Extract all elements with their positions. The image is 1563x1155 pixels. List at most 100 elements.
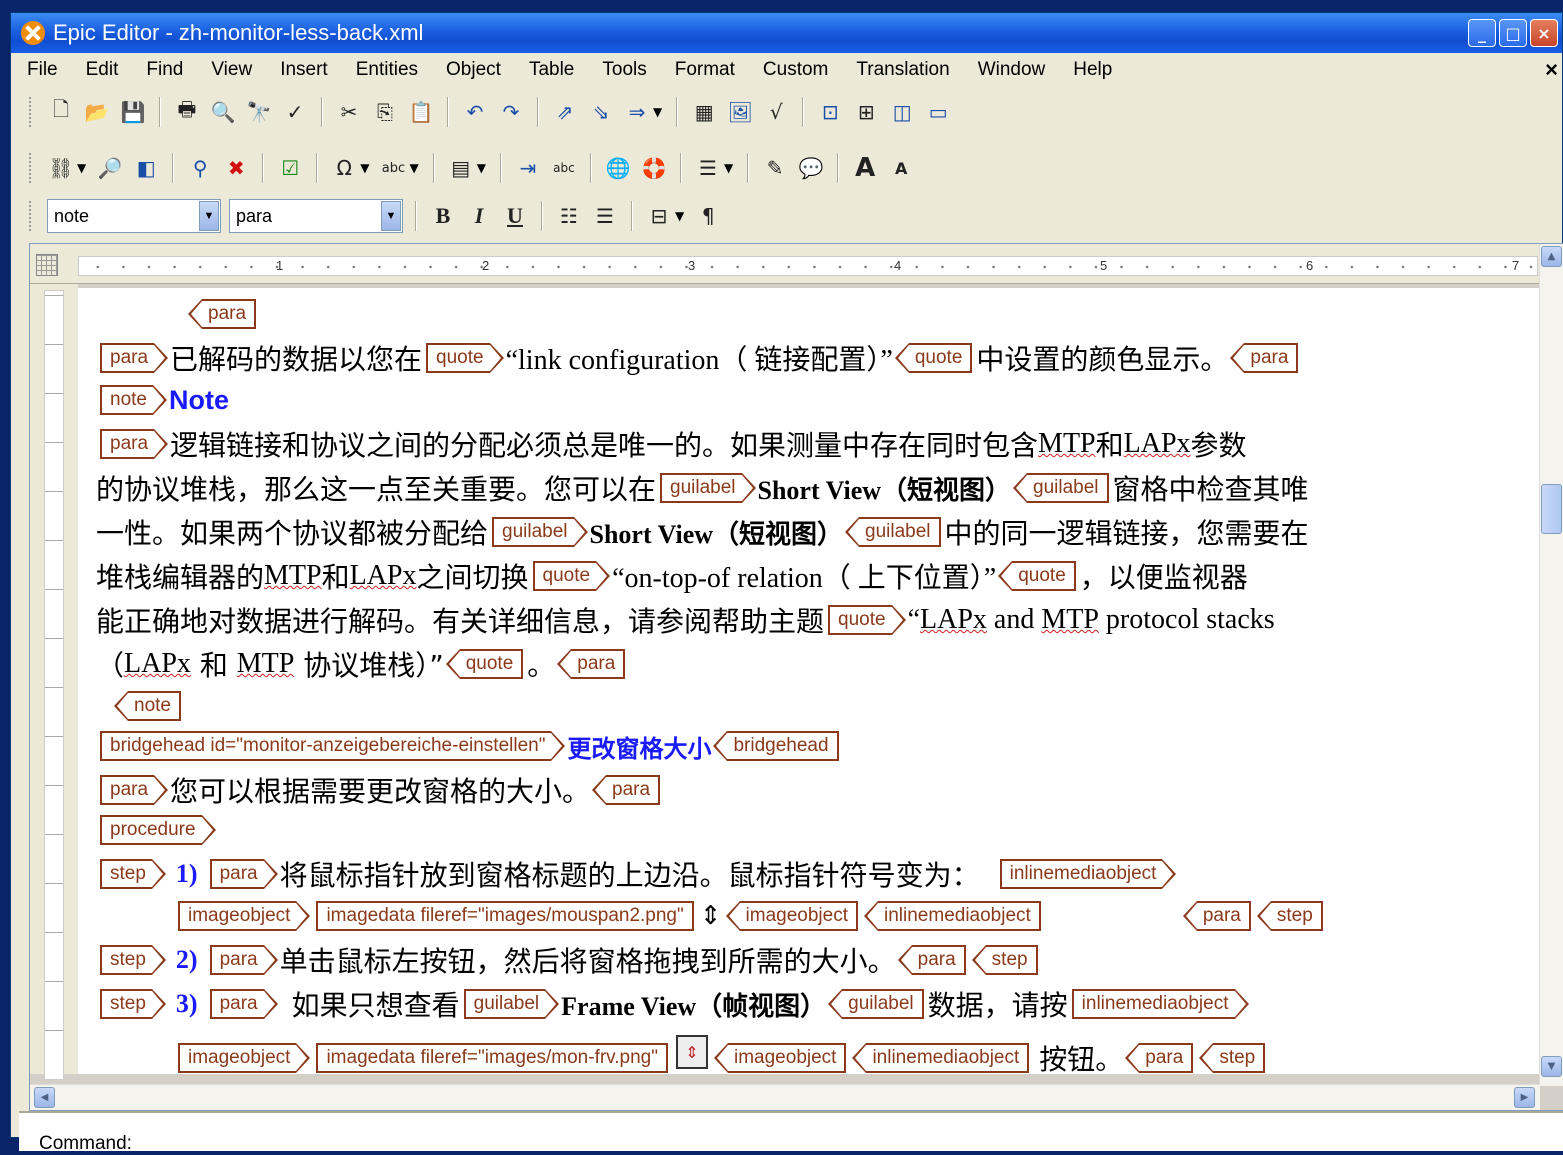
window-icon[interactable]: ▭ (924, 98, 952, 126)
italic-button[interactable]: I (465, 202, 493, 230)
toolbar-grip[interactable] (29, 201, 33, 231)
document-close-icon[interactable]: × (1545, 57, 1558, 83)
undo-icon[interactable]: ↶ (461, 98, 489, 126)
graphic-icon[interactable]: 🖼 (726, 98, 754, 126)
guilabel-start-tag[interactable]: guilabel (492, 517, 587, 547)
note-start-tag[interactable]: note (100, 385, 167, 415)
vertical-scrollbar[interactable]: ▲ ▼ (1539, 244, 1563, 1086)
chevron-down-icon[interactable]: ▼ (724, 161, 733, 175)
imageobject-start-tag[interactable]: imageobject (178, 901, 311, 931)
bulleted-list-icon[interactable]: ☰ (591, 202, 619, 230)
delete-markup-icon[interactable]: ✖ (222, 154, 250, 182)
pilcrow-button[interactable]: ¶ (694, 202, 722, 230)
style-combo[interactable]: para ▼ (229, 199, 403, 233)
chevron-down-icon[interactable]: ▼ (409, 161, 418, 175)
highlight-icon[interactable]: ✎ (761, 154, 789, 182)
spellcheck-icon[interactable]: ✓ (281, 98, 309, 126)
note-end-tag[interactable]: note (114, 691, 181, 721)
para-end-tag[interactable]: para (557, 649, 626, 679)
view-icon[interactable]: ⊡ (816, 98, 844, 126)
imageobject-end-tag[interactable]: imageobject (713, 1043, 847, 1073)
scroll-down-icon[interactable]: ▼ (1541, 1056, 1562, 1077)
menu-tools[interactable]: Tools (588, 59, 660, 81)
guilabel-end-tag[interactable]: guilabel (845, 517, 941, 547)
para-end-tag[interactable]: para (1230, 343, 1299, 373)
paste-icon[interactable]: 📋 (407, 98, 435, 126)
para-start-tag[interactable]: para (209, 945, 278, 975)
step-end-tag[interactable]: step (1256, 901, 1323, 931)
toolbar-grip[interactable] (29, 97, 33, 127)
para-end-tag[interactable]: para (187, 299, 257, 329)
inlinemediaobject-start-tag[interactable]: inlinemediaobject (999, 859, 1177, 889)
maximize-button[interactable]: □ (1499, 19, 1527, 47)
guilabel-start-tag[interactable]: guilabel (660, 473, 755, 503)
menu-table[interactable]: Table (515, 59, 588, 81)
table-icon[interactable]: ▦ (690, 98, 718, 126)
scroll-up-icon[interactable]: ▲ (1541, 246, 1562, 267)
quote-end-tag[interactable]: quote (998, 561, 1076, 591)
bridgehead-start-tag[interactable]: bridgehead id="monitor-anzeigebereiche-e… (100, 731, 566, 761)
menu-file[interactable]: File (11, 59, 72, 81)
guilabel-start-tag[interactable]: guilabel (463, 989, 559, 1019)
minimize-button[interactable]: _ (1468, 19, 1496, 47)
split-view-icon[interactable]: ◫ (888, 98, 916, 126)
imagedata-tag[interactable]: imagedata fileref="images/mon-frv.png" (316, 1043, 668, 1073)
inlinemediaobject-end-tag[interactable]: inlinemediaobject (852, 1043, 1030, 1073)
open-folder-icon[interactable]: 📂 (83, 98, 111, 126)
save-icon[interactable]: 💾 (119, 98, 147, 126)
guilabel-end-tag[interactable]: guilabel (828, 989, 924, 1019)
menu-edit[interactable]: Edit (72, 59, 133, 81)
scroll-right-icon[interactable]: ▶ (1514, 1087, 1535, 1108)
decrease-font-icon[interactable]: A (887, 154, 915, 182)
imagedata-tag[interactable]: imagedata fileref="images/mouspan2.png" (316, 901, 694, 931)
menu-find[interactable]: Find (132, 59, 197, 81)
find-binoculars-icon[interactable]: 🔭 (245, 98, 273, 126)
toolbar-grip[interactable] (29, 153, 33, 183)
para-start-tag[interactable]: para (100, 343, 169, 373)
document-list-icon[interactable]: ▤ (447, 154, 475, 182)
chevron-down-icon[interactable]: ▼ (477, 161, 486, 175)
para-start-tag[interactable]: para (209, 859, 278, 889)
bold-button[interactable]: B (429, 202, 457, 230)
procedure-start-tag[interactable]: procedure (100, 815, 216, 845)
wrap-element-icon[interactable]: ⇒ (623, 98, 651, 126)
insert-block-icon[interactable]: ⊟ (645, 202, 673, 230)
para-start-tag[interactable]: para (100, 429, 169, 459)
translate-forward-icon[interactable]: ⇥ (514, 154, 542, 182)
para-end-tag[interactable]: para (897, 945, 966, 975)
quote-end-tag[interactable]: quote (894, 343, 973, 373)
line-spacing-icon[interactable]: ☰ (694, 154, 722, 182)
document-page[interactable]: para para 已解码的数据以您在 quote “link configur… (78, 288, 1540, 1076)
menu-object[interactable]: Object (432, 59, 515, 81)
equation-icon[interactable]: √ (762, 98, 790, 126)
comment-icon[interactable]: 💬 (797, 154, 825, 182)
print-icon[interactable]: 🖶 (173, 97, 201, 126)
new-document-icon[interactable]: 🗋 (47, 97, 75, 126)
attribute-icon[interactable]: ⚲ (186, 154, 214, 182)
chevron-down-icon[interactable]: ▼ (381, 201, 401, 231)
ruler-corner-icon[interactable] (36, 254, 58, 276)
para-start-tag[interactable]: para (100, 775, 169, 805)
step-start-tag[interactable]: step (100, 859, 166, 889)
redo-icon[interactable]: ↷ (497, 98, 525, 126)
change-element-icon[interactable]: ⇘ (587, 98, 615, 126)
menu-view[interactable]: View (197, 59, 266, 81)
layer-icon[interactable]: ◧ (132, 154, 160, 182)
para-end-tag[interactable]: para (1125, 1043, 1194, 1073)
menu-insert[interactable]: Insert (266, 59, 342, 81)
scroll-thumb[interactable] (1541, 484, 1562, 534)
globe-icon[interactable]: 🌐 (604, 154, 632, 182)
command-pane[interactable]: Command: (19, 1111, 1563, 1154)
step-end-tag[interactable]: step (971, 945, 1038, 975)
chevron-down-icon[interactable]: ▼ (77, 161, 86, 175)
cut-icon[interactable]: ✂ (335, 98, 363, 126)
element-combo[interactable]: note ▼ (47, 199, 221, 233)
quote-start-tag[interactable]: quote (426, 343, 504, 373)
quote-start-tag[interactable]: quote (532, 561, 610, 591)
chevron-down-icon[interactable]: ▼ (653, 105, 662, 119)
menu-translation[interactable]: Translation (842, 59, 963, 81)
bridgehead-end-tag[interactable]: bridgehead (713, 731, 839, 761)
tag-display-icon[interactable]: ⛓ (47, 154, 75, 182)
step-start-tag[interactable]: step (100, 945, 166, 975)
abc-accent-icon[interactable]: abc (379, 154, 407, 182)
